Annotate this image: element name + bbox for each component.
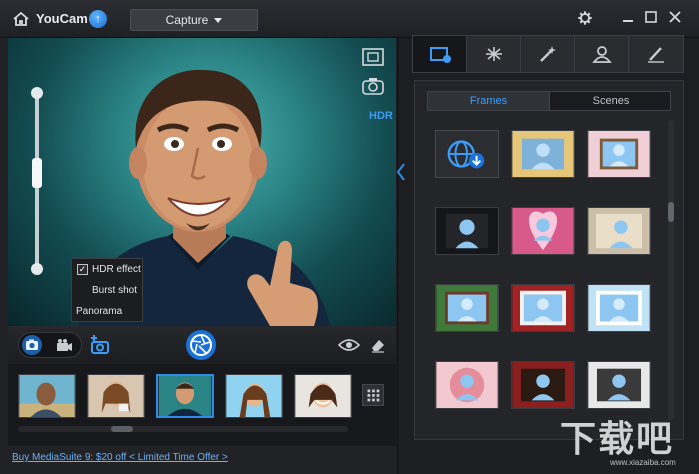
home-icon[interactable] [12,10,30,28]
mode-select[interactable]: Capture [130,9,258,31]
burst-shot-checkbox[interactable] [77,285,88,296]
scenes-tab[interactable]: Scenes [550,92,672,110]
watermark-title: 下载吧 [560,418,675,459]
app-title: YouCam [36,11,88,26]
thumbnail-strip [8,364,396,446]
frame-item[interactable] [587,130,651,178]
video-camera-icon[interactable] [54,337,74,355]
frames-tab-icon[interactable] [413,36,467,72]
fullscreen-icon[interactable] [360,46,386,68]
shutter-icon[interactable] [186,330,216,360]
frame-item[interactable] [435,361,499,409]
collapse-panel-icon[interactable] [396,158,406,186]
frame-item[interactable] [435,207,499,255]
grid-view-icon[interactable] [362,384,384,406]
menu-item-panorama[interactable]: Panorama [72,301,142,322]
thumbnail-item[interactable] [87,374,145,418]
menu-item-label: HDR effect [92,264,141,275]
close-icon[interactable] [666,10,684,28]
thumbnail-scrollbar-thumb[interactable] [111,426,133,432]
hdr-effect-checkbox[interactable]: ✓ [77,264,88,275]
gear-icon[interactable] [576,10,594,28]
menu-item-burst-shot[interactable]: Burst shot [72,280,142,301]
particle-effects-icon[interactable] [467,36,521,72]
frame-item[interactable] [587,207,651,255]
frame-item[interactable] [511,284,575,332]
mode-select-value: Capture [165,13,209,27]
frames-scrollbar[interactable] [668,120,674,420]
frame-item[interactable] [587,284,651,332]
frames-scrollbar-thumb[interactable] [668,202,674,222]
selfie-camera-icon[interactable] [88,334,112,356]
frame-item[interactable] [511,130,575,178]
camera-icon[interactable] [22,335,42,355]
thumbnail-item-selected[interactable] [156,374,214,418]
frame-item[interactable] [587,361,651,409]
hdr-label[interactable]: HDR [369,110,393,122]
thumbnail-item[interactable] [225,374,283,418]
download-frames-button[interactable] [435,130,499,178]
capture-mode-menu: ✓ HDR effect Burst shot Panorama [71,258,143,322]
camera-preview[interactable]: HDR ✓ HDR effect Burst shot Panorama [8,38,396,326]
promo-link[interactable]: Buy MediaSuite 9: $20 off < Limited Time… [12,452,228,463]
webcam-person-image [78,69,330,326]
site-watermark: 下载吧 www.xiazaiba.com [560,410,690,472]
upload-arrow-icon[interactable]: ↑ [89,10,107,28]
zoom-out-handle[interactable] [31,263,43,275]
thumbnail-scrollbar[interactable] [18,426,348,432]
frame-item[interactable] [435,284,499,332]
avatar-icon[interactable] [575,36,629,72]
effects-tabs [412,35,684,73]
eye-icon[interactable] [337,338,361,352]
watermark-url: www.xiazaiba.com [610,458,676,467]
menu-item-hdr-effect[interactable]: ✓ HDR effect [72,259,142,280]
chevron-down-icon [214,18,223,24]
menu-item-label: Panorama [76,306,123,317]
capture-pane: HDR ✓ HDR effect Burst shot Panorama [0,38,398,474]
zoom-in-handle[interactable] [31,87,43,99]
frames-scenes-switch: Frames Scenes [427,91,671,111]
title-bar: YouCam ↑ Capture [0,0,699,38]
magic-wand-icon[interactable] [521,36,575,72]
eraser-icon[interactable] [370,337,386,353]
capture-toolbar [8,326,396,364]
maximize-icon[interactable] [642,10,660,28]
minimize-icon[interactable] [619,10,637,28]
face-tracking-icon[interactable] [360,76,386,98]
frame-item[interactable] [511,207,575,255]
frames-tab[interactable]: Frames [428,92,550,110]
thumbnail-item[interactable] [18,374,76,418]
thumbnail-item[interactable] [294,374,352,418]
menu-item-label: Burst shot [92,285,138,296]
zoom-slider-thumb[interactable] [32,158,42,188]
brush-icon[interactable] [629,36,683,72]
frame-item[interactable] [511,361,575,409]
